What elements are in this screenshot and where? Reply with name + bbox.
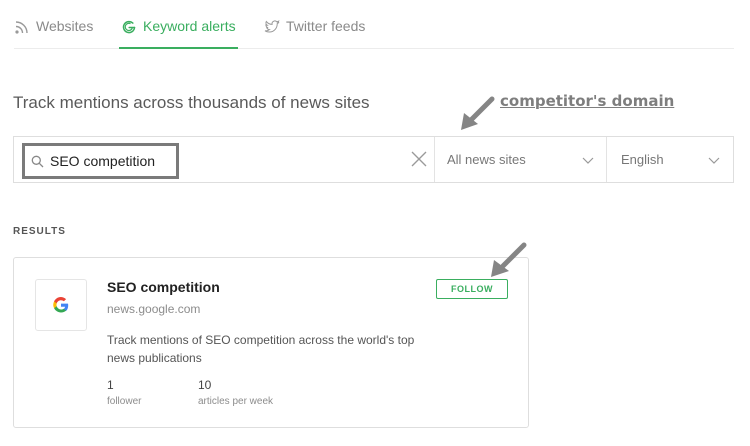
annotation-label: competitor's domain [500,92,675,110]
results-heading: RESULTS [13,226,66,237]
tab-websites[interactable]: Websites [14,18,93,48]
tab-twitter-feeds[interactable]: Twitter feeds [264,18,365,48]
result-title: SEO competition [107,279,220,295]
keyword-search-input[interactable] [50,153,160,169]
google-g-logo-icon [53,297,69,313]
news-source-select[interactable]: All news sites [434,137,606,182]
tab-bar: Websites Keyword alerts Twitter feeds [14,0,734,49]
annotation-arrow-icon [461,96,495,130]
search-icon [31,155,44,167]
chevron-down-icon [582,157,594,164]
result-card: SEO competition news.google.com Track me… [13,257,529,428]
followers-count: 1 [107,378,114,392]
rss-icon [15,21,28,34]
chevron-down-icon [708,157,720,164]
articles-label: articles per week [198,396,274,407]
google-logo [35,279,87,331]
follow-button[interactable]: FOLLOW [436,279,508,299]
close-icon[interactable] [410,150,428,168]
active-tab-indicator [119,47,238,49]
tab-label: Twitter feeds [286,18,366,34]
result-description: Track mentions of SEO competition across… [107,333,415,365]
search-row: All news sites English [13,136,734,183]
articles-count: 10 [198,378,212,392]
language-value: English [621,152,664,167]
language-select[interactable]: English [606,137,733,182]
twitter-bird-icon [264,20,280,33]
tab-keyword-alerts[interactable]: Keyword alerts [119,18,238,49]
news-source-value: All news sites [447,152,526,167]
tab-label: Keyword alerts [143,18,236,34]
search-box-highlight [22,143,179,179]
page-headline: Track mentions across thousands of news … [13,93,370,112]
tab-label: Websites [36,18,94,34]
follow-arrow-icon [491,242,527,277]
google-g-icon [122,20,136,34]
result-domain: news.google.com [107,302,201,316]
followers-label: follower [107,396,142,407]
